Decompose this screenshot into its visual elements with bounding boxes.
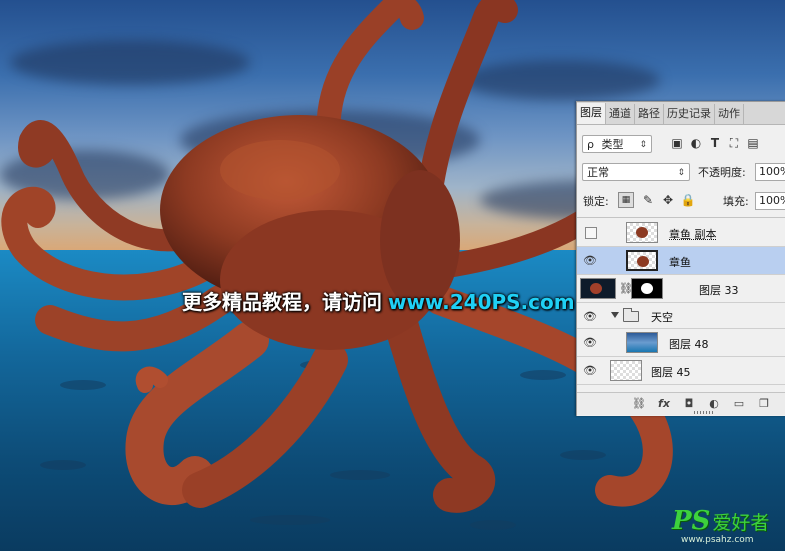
fx-icon[interactable]: fx	[657, 397, 671, 411]
layer-thumbnail	[626, 332, 658, 353]
adjustment-icon[interactable]: ◐	[707, 397, 721, 411]
lock-label: 锁定:	[583, 195, 609, 208]
link-icon[interactable]: ⛓	[632, 397, 646, 411]
panel-tabs: 图层 通道 路径 历史记录 动作	[577, 102, 785, 125]
updown-icon: ⇕	[677, 168, 685, 178]
layer-mask-thumbnail[interactable]	[631, 278, 663, 299]
fill-label: 填充:	[723, 195, 749, 208]
smart-object-filter-icon[interactable]: ▤	[745, 135, 761, 151]
lock-transparent-icon[interactable]: ▦	[618, 192, 634, 208]
resize-grip[interactable]	[694, 411, 714, 414]
search-icon: ρ	[587, 138, 594, 151]
filter-row: ρ 类型 ⇕ ▣ ◐ T ⛶ ▤	[577, 133, 785, 155]
layer-thumbnail	[626, 222, 658, 243]
layer-row-48[interactable]: 👁 图层 48	[577, 329, 785, 357]
mask-icon[interactable]: ◘	[682, 397, 696, 411]
layer-thumbnail	[610, 360, 642, 381]
eye-icon[interactable]: 👁	[583, 364, 597, 378]
layers-panel: 图层 通道 路径 历史记录 动作 ρ 类型 ⇕ ▣ ◐ T ⛶ ▤ 正常 ⇕ 不…	[576, 101, 785, 416]
layer-name: 图层 33	[699, 284, 739, 297]
layer-row-33[interactable]: 👁 ⛓ 图层 33	[577, 275, 785, 303]
tab-history[interactable]: 历史记录	[664, 104, 715, 124]
eye-icon[interactable]: 👁	[583, 254, 597, 268]
folder-icon	[623, 308, 639, 322]
lock-pixels-brush-icon[interactable]: ✎	[640, 192, 656, 208]
tab-paths[interactable]: 路径	[635, 104, 664, 124]
panel-footer: ⛓ fx ◘ ◐ ▭ ❐	[577, 392, 785, 415]
tab-layers[interactable]: 图层	[577, 103, 606, 124]
layer-name: 图层 48	[669, 338, 709, 351]
layer-thumbnail	[626, 250, 658, 271]
watermark-text: 更多精品教程，请访问 www.240PS.com	[182, 286, 575, 315]
layer-row-octopus[interactable]: 👁 章鱼	[577, 247, 785, 275]
type-filter-icon[interactable]: T	[707, 135, 723, 151]
image-filter-icon[interactable]: ▣	[669, 135, 685, 151]
layer-name: 章鱼	[669, 256, 691, 269]
layer-name: 图层 45	[651, 366, 691, 379]
divider	[577, 217, 785, 218]
layer-thumbnail	[580, 278, 616, 299]
opacity-label: 不透明度:	[698, 166, 746, 179]
lock-all-icon[interactable]: 🔒	[680, 192, 696, 208]
new-layer-icon[interactable]: ❐	[757, 397, 771, 411]
shape-filter-icon[interactable]: ⛶	[726, 135, 742, 151]
updown-icon: ⇕	[639, 140, 647, 150]
expand-triangle-icon[interactable]	[611, 312, 619, 318]
eye-icon[interactable]: 👁	[583, 336, 597, 350]
blend-row: 正常 ⇕ 不透明度: 100%	[577, 161, 785, 183]
logo-brand: PS	[672, 506, 711, 536]
logo-brand-cn: 爱好者	[712, 512, 770, 534]
filter-type-select[interactable]: ρ 类型 ⇕	[582, 135, 652, 153]
layer-name: 章鱼 副本	[669, 228, 717, 241]
opacity-input[interactable]: 100%	[755, 163, 785, 181]
layer-row-45[interactable]: 👁 图层 45	[577, 357, 785, 385]
blend-mode-value: 正常	[587, 166, 609, 179]
layer-group-sky[interactable]: 👁 天空	[577, 303, 785, 329]
fill-input[interactable]: 100%	[755, 192, 785, 210]
folder-icon[interactable]: ▭	[732, 397, 746, 411]
adjustment-filter-icon[interactable]: ◐	[688, 135, 704, 151]
layer-row-octopus-copy[interactable]: 章鱼 副本	[577, 219, 785, 247]
visibility-toggle-off[interactable]	[585, 227, 597, 239]
blend-mode-select[interactable]: 正常 ⇕	[582, 163, 690, 181]
watermark-cn: 更多精品教程，请访问	[182, 290, 382, 314]
lock-position-icon[interactable]: ✥	[660, 192, 676, 208]
filter-type-value: 类型	[601, 138, 624, 151]
logo-url: www.psahz.com	[681, 535, 754, 545]
site-logo: PS 爱好者	[672, 506, 769, 536]
layer-name: 天空	[651, 311, 673, 324]
tab-actions[interactable]: 动作	[715, 104, 744, 124]
watermark-url: www.240PS.com	[388, 290, 575, 314]
tab-channels[interactable]: 通道	[606, 104, 635, 124]
eye-icon[interactable]: 👁	[583, 310, 597, 324]
lock-row: 锁定: ▦ ✎ ✥ 🔒 填充: 100%	[577, 190, 785, 212]
